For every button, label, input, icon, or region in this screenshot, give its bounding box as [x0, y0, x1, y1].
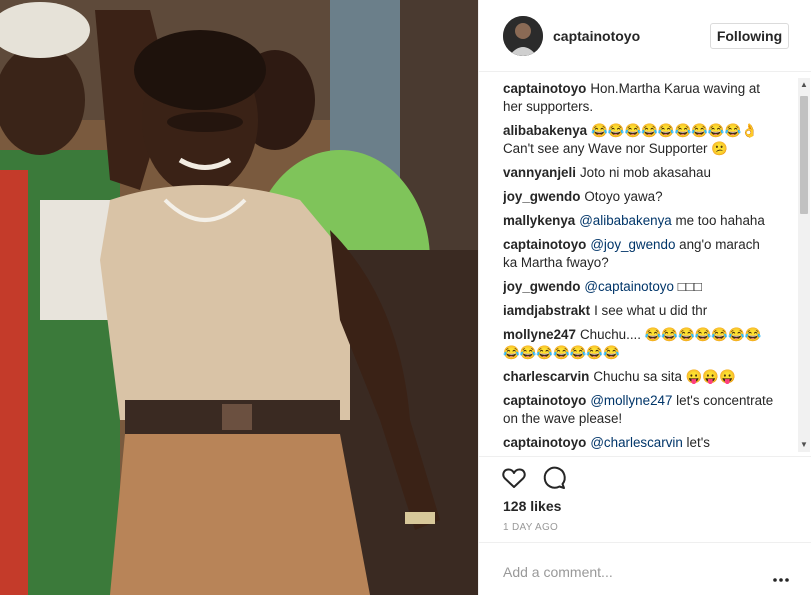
comment-text: let's — [686, 435, 710, 450]
comment-text: □□□ — [677, 279, 702, 294]
ellipsis-icon[interactable] — [773, 569, 789, 582]
post-author-username[interactable]: captainotoyo — [553, 28, 640, 44]
comment-item: mollyne247 Chuchu.... 😂😂😂😂😂😂😂😂😂😂😂😂😂😂 — [503, 326, 775, 362]
comment-item: captainotoyo @mollyne247 let's concentrat… — [503, 392, 775, 428]
instagram-post-view: captainotoyo Following captainotoyo Hon.M… — [0, 0, 811, 595]
comment-username[interactable]: joy_gwendo — [503, 279, 580, 294]
comment-mention[interactable]: @mollyne247 — [590, 393, 672, 408]
post-actions — [479, 456, 811, 489]
comment-username[interactable]: captainotoyo — [503, 393, 586, 408]
comment-item: charlescarvin Chuchu sa sita 😛😛😛 — [503, 368, 775, 386]
comment-item: mallykenya @alibabakenya me too hahaha — [503, 212, 775, 230]
comment-username[interactable]: mallykenya — [503, 213, 575, 228]
avatar-image — [503, 16, 543, 56]
following-button[interactable]: Following — [710, 23, 789, 49]
scroll-down-arrow-icon[interactable]: ▼ — [798, 438, 810, 452]
likes-count[interactable]: 128 likes — [503, 498, 561, 514]
heart-icon[interactable] — [501, 465, 527, 491]
comment-username[interactable]: captainotoyo — [503, 81, 586, 96]
comment-text: Otoyo yawa? — [584, 189, 663, 204]
comment-item: alibabakenya 😂😂😂😂😂😂😂😂😂👌 Can't see any Wav… — [503, 122, 775, 158]
comments-list: captainotoyo Hon.Martha Karua waving at h… — [503, 80, 775, 454]
comment-username[interactable]: mollyne247 — [503, 327, 576, 342]
scroll-up-arrow-icon[interactable]: ▲ — [798, 78, 810, 92]
add-comment-bar: Add a comment... — [479, 542, 811, 595]
post-header: captainotoyo Following — [479, 0, 811, 72]
comment-item: vannyanjeli Joto ni mob akasahau — [503, 164, 775, 182]
comment-mention[interactable]: @alibabakenya — [579, 213, 672, 228]
comment-item: joy_gwendo @captainotoyo □□□ — [503, 278, 775, 296]
comment-text: Joto ni mob akasahau — [579, 165, 711, 180]
comment-text: me too hahaha — [675, 213, 765, 228]
comment-item: captainotoyo @joy_gwendo ang'o marach ka … — [503, 236, 775, 272]
comment-username[interactable]: joy_gwendo — [503, 189, 580, 204]
post-photo-image — [0, 0, 478, 595]
comment-mention[interactable]: @joy_gwendo — [590, 237, 675, 252]
comment-item: iamdjabstrakt I see what u did thr — [503, 302, 775, 320]
comment-mention[interactable]: @captainotoyo — [584, 279, 674, 294]
comment-item: captainotoyo @charlescarvin let's — [503, 434, 775, 452]
comment-text: I see what u did thr — [594, 303, 708, 318]
comment-mention[interactable]: @charlescarvin — [590, 435, 682, 450]
avatar[interactable] — [503, 16, 543, 56]
scroll-thumb[interactable] — [800, 96, 808, 214]
comment-username[interactable]: captainotoyo — [503, 237, 586, 252]
comment-username[interactable]: iamdjabstrakt — [503, 303, 590, 318]
comment-text: Chuchu sa sita 😛😛😛 — [593, 369, 736, 384]
add-comment-input[interactable]: Add a comment... — [503, 564, 613, 580]
post-timestamp[interactable]: 1 DAY AGO — [503, 522, 558, 533]
comment-item: captainotoyo Hon.Martha Karua waving at h… — [503, 80, 775, 116]
comment-username[interactable]: captainotoyo — [503, 435, 586, 450]
comment-username[interactable]: vannyanjeli — [503, 165, 576, 180]
speech-bubble-icon[interactable] — [541, 465, 567, 491]
post-photo — [0, 0, 478, 595]
comment-username[interactable]: charlescarvin — [503, 369, 589, 384]
comment-username[interactable]: alibabakenya — [503, 123, 587, 138]
comments-scrollbar[interactable]: ▲ ▼ — [798, 78, 810, 452]
post-sidebar: captainotoyo Following captainotoyo Hon.M… — [478, 0, 811, 595]
comment-item: joy_gwendo Otoyo yawa? — [503, 188, 775, 206]
